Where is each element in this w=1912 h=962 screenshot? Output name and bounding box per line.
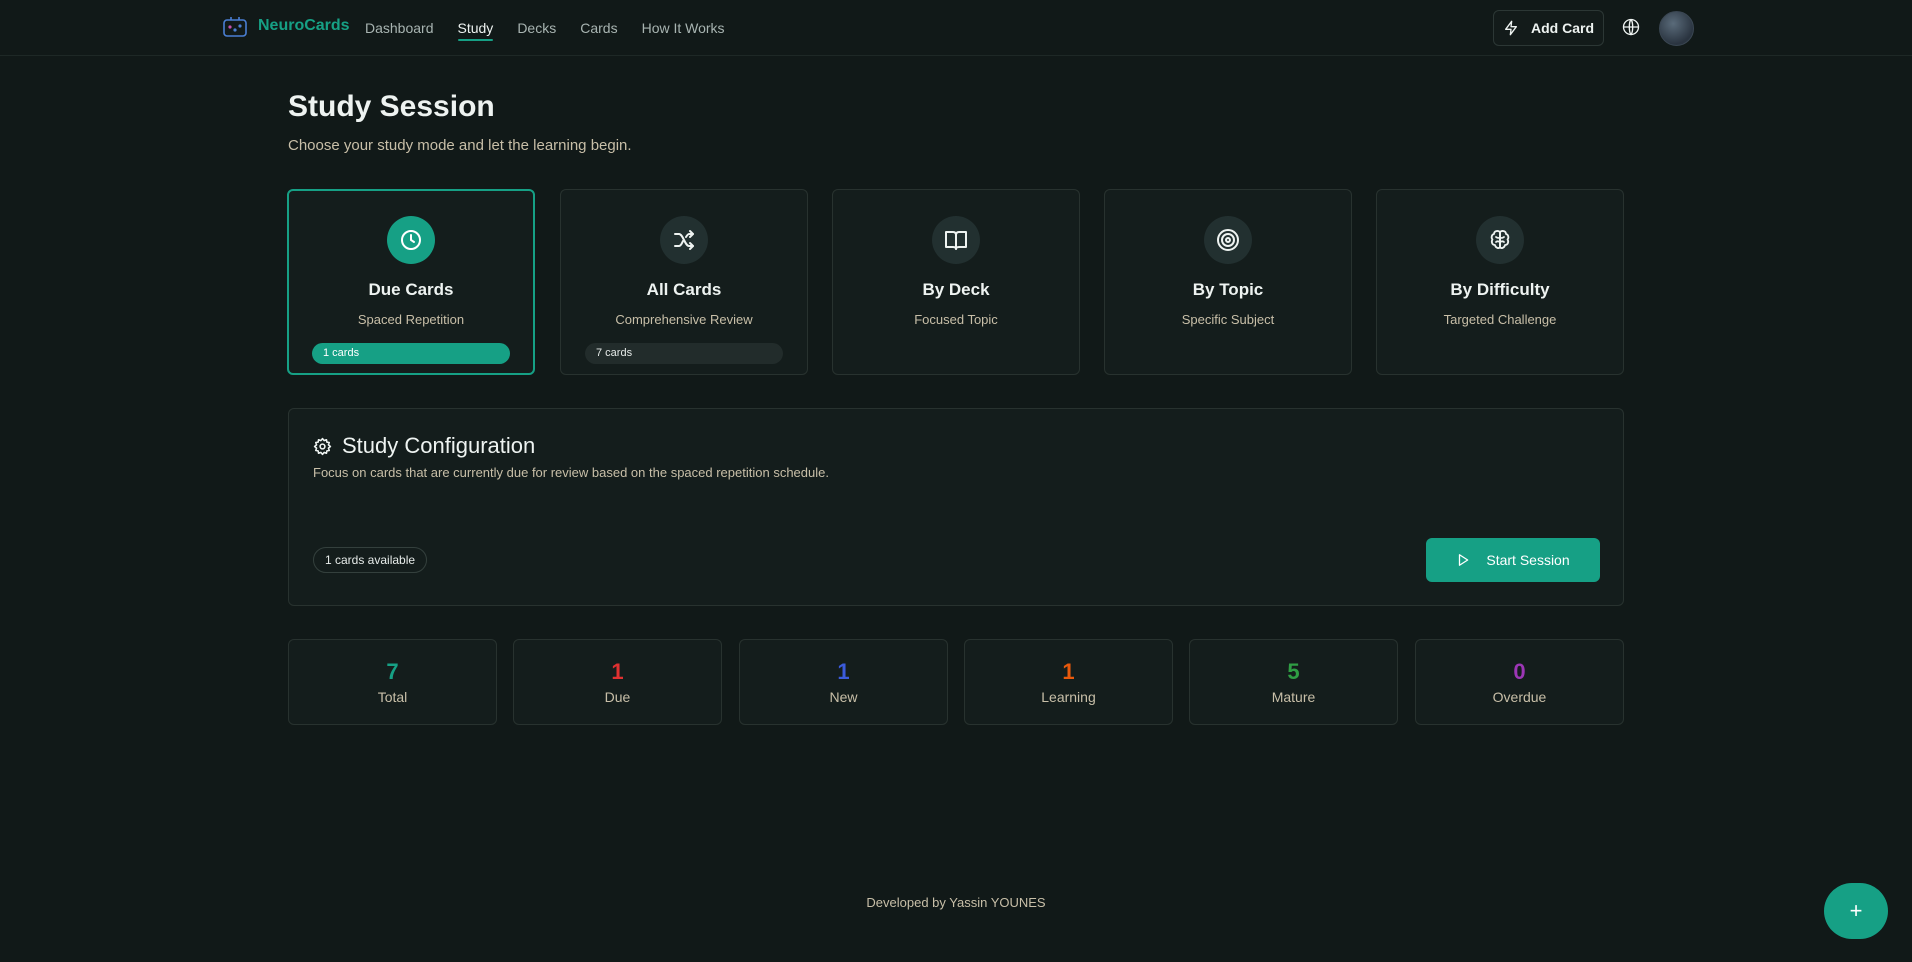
mode-icon-wrapper <box>660 216 708 264</box>
brand[interactable]: NeuroCards <box>222 14 350 38</box>
stat-card-overdue: 0 Overdue <box>1415 639 1624 725</box>
nav-item-how-it-works[interactable]: How It Works <box>642 0 725 56</box>
mode-title: Due Cards <box>368 280 454 299</box>
stat-card-learning: 1 Learning <box>964 639 1173 725</box>
mode-subtitle: Specific Subject <box>1181 312 1275 327</box>
language-button[interactable] <box>1620 16 1642 38</box>
config-description: Focus on cards that are currently due fo… <box>313 465 829 480</box>
mode-count-badge: 1 cards <box>312 343 510 364</box>
stat-label: Mature <box>1271 689 1316 705</box>
config-title-text: Study Configuration <box>342 433 536 458</box>
start-session-button[interactable]: Start Session <box>1426 538 1600 582</box>
mode-title: All Cards <box>646 280 722 299</box>
stat-card-mature: 5 Mature <box>1189 639 1398 725</box>
mode-subtitle: Focused Topic <box>914 312 998 327</box>
shuffle-icon <box>674 230 694 250</box>
robot-cards-icon <box>223 17 247 37</box>
mode-icon-wrapper <box>1204 216 1252 264</box>
stat-value: 7 <box>386 659 399 684</box>
stat-card-due: 1 Due <box>513 639 722 725</box>
stat-card-total: 7 Total <box>288 639 497 725</box>
avatar[interactable] <box>1659 11 1694 46</box>
floating-add-button[interactable]: + <box>1824 883 1888 939</box>
stat-label: Due <box>604 689 631 705</box>
book-open-icon <box>945 231 967 250</box>
mode-title: By Deck <box>922 280 990 299</box>
stat-value: 5 <box>1287 659 1300 684</box>
mode-icon-wrapper <box>932 216 980 264</box>
mode-subtitle: Spaced Repetition <box>357 312 465 327</box>
add-card-button[interactable]: Add Card <box>1493 10 1604 46</box>
target-icon <box>1217 229 1239 251</box>
start-session-label: Start Session <box>1486 552 1570 568</box>
stat-label: Learning <box>1041 689 1096 705</box>
clock-icon <box>401 230 421 250</box>
mode-card-by-difficulty[interactable]: By Difficulty Targeted Challenge <box>1376 189 1624 375</box>
top-navigation-bar: NeuroCards Dashboard Study Decks Cards H… <box>0 0 1912 56</box>
mode-icon-wrapper <box>1476 216 1524 264</box>
stat-value: 1 <box>611 659 624 684</box>
config-title: Study Configuration <box>313 433 535 459</box>
mode-card-all-cards[interactable]: All Cards Comprehensive Review 7 cards <box>560 189 808 375</box>
globe-icon <box>1622 18 1640 36</box>
nav-item-study[interactable]: Study <box>457 0 493 56</box>
mode-card-by-topic[interactable]: By Topic Specific Subject <box>1104 189 1352 375</box>
study-configuration-panel: Study Configuration Focus on cards that … <box>288 408 1624 606</box>
mode-icon-wrapper <box>387 216 435 264</box>
mode-title: By Topic <box>1192 280 1264 299</box>
brand-name: NeuroCards <box>258 17 350 34</box>
stat-value: 1 <box>837 659 850 684</box>
stat-value: 0 <box>1513 659 1526 684</box>
mode-card-due-cards[interactable]: Due Cards Spaced Repetition 1 cards <box>287 189 535 375</box>
mode-subtitle: Comprehensive Review <box>615 312 753 327</box>
mode-title: By Difficulty <box>1450 280 1550 299</box>
add-card-label: Add Card <box>1531 20 1594 36</box>
stat-card-new: 1 New <box>739 639 948 725</box>
stat-value: 1 <box>1062 659 1075 684</box>
brain-icon <box>1490 230 1510 249</box>
stat-label: New <box>829 689 858 705</box>
stat-label: Overdue <box>1492 689 1547 705</box>
nav-item-cards[interactable]: Cards <box>580 0 617 56</box>
play-icon <box>1459 554 1469 566</box>
mode-count-badge: 7 cards <box>585 343 783 364</box>
page-subtitle: Choose your study mode and let the learn… <box>288 137 632 154</box>
mode-card-by-deck[interactable]: By Deck Focused Topic <box>832 189 1080 375</box>
nav-item-dashboard[interactable]: Dashboard <box>365 0 434 56</box>
page-title: Study Session <box>288 90 495 123</box>
stat-label: Total <box>377 689 408 705</box>
mode-subtitle: Targeted Challenge <box>1443 312 1557 327</box>
cards-available-badge: 1 cards available <box>313 547 428 573</box>
nav-item-decks[interactable]: Decks <box>517 0 556 56</box>
gear-icon <box>313 437 332 455</box>
lightning-icon <box>1505 20 1517 36</box>
footer-credit: Developed by Yassin YOUNES <box>866 895 1046 910</box>
main-nav: Dashboard Study Decks Cards How It Works <box>365 0 725 56</box>
